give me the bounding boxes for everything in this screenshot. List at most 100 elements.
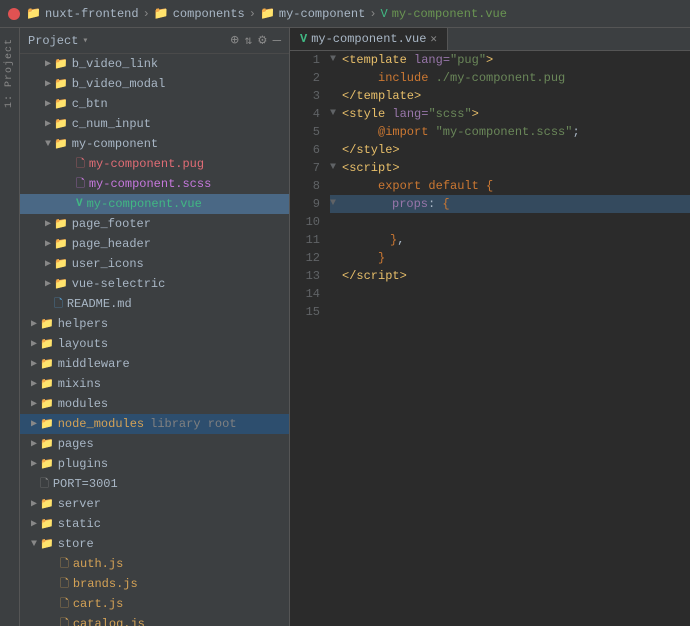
tree-item-helpers[interactable]: ▶ 📁 helpers bbox=[20, 314, 289, 334]
new-folder-icon[interactable]: ⇅ bbox=[245, 33, 252, 48]
folder-icon: 📁 bbox=[54, 277, 68, 291]
arrow-icon: ▶ bbox=[42, 118, 54, 130]
code-line-2: include ./my-component.pug bbox=[330, 69, 690, 87]
vue-icon-title: V bbox=[381, 7, 388, 21]
tree-item-my-component[interactable]: ▼ 📁 my-component bbox=[20, 134, 289, 154]
js-icon: 🗋 bbox=[60, 575, 69, 594]
syn-attr: lang= bbox=[392, 105, 428, 123]
fold-icon[interactable]: ▼ bbox=[330, 159, 342, 177]
fold-icon[interactable]: ▼ bbox=[330, 105, 342, 123]
window-control[interactable] bbox=[8, 8, 20, 20]
code-line-7: ▼ <script> bbox=[330, 159, 690, 177]
breadcrumb-file: my-component.vue bbox=[392, 7, 507, 21]
fold-spacer bbox=[330, 69, 342, 87]
arrow-icon: ▶ bbox=[42, 278, 54, 290]
syn-string: "scss" bbox=[428, 105, 471, 123]
tree-item-cart[interactable]: 🗋 cart.js bbox=[20, 594, 289, 614]
js-icon: 🗋 bbox=[60, 615, 69, 626]
tree-item-readme[interactable]: 🗋 README.md bbox=[20, 294, 289, 314]
tree-item-port[interactable]: 🗋 PORT=3001 bbox=[20, 474, 289, 494]
settings-icon[interactable]: ⚙ bbox=[258, 32, 266, 49]
arrow-icon: ▶ bbox=[28, 438, 40, 450]
tree-item-vue-selectric[interactable]: ▶ 📁 vue-selectric bbox=[20, 274, 289, 294]
syn-tag: > bbox=[472, 105, 479, 123]
arrow-icon: ▶ bbox=[28, 378, 40, 390]
tree-item-b_video_modal[interactable]: ▶ 📁 b_video_modal bbox=[20, 74, 289, 94]
tree-label: my-component.scss bbox=[89, 177, 211, 191]
syn-prop: props bbox=[392, 195, 428, 213]
syn-tag: </style> bbox=[342, 141, 400, 159]
tree-item-plugins[interactable]: ▶ 📁 plugins bbox=[20, 454, 289, 474]
tree-label: static bbox=[58, 517, 101, 531]
tab-close-button[interactable]: ✕ bbox=[430, 32, 437, 46]
fold-icon[interactable]: ▼ bbox=[330, 51, 342, 69]
line-num-7: 7 bbox=[290, 159, 320, 177]
arrow-icon: ▶ bbox=[42, 238, 54, 250]
folder-icon: 📁 bbox=[54, 77, 68, 91]
tree-label: my-component.pug bbox=[89, 157, 204, 171]
tree-item-mixins[interactable]: ▶ 📁 mixins bbox=[20, 374, 289, 394]
tree-item-b_video_link[interactable]: ▶ 📁 b_video_link bbox=[20, 54, 289, 74]
arrow-icon: ▶ bbox=[28, 338, 40, 350]
tree-item-c_num_input[interactable]: ▶ 📁 c_num_input bbox=[20, 114, 289, 134]
breadcrumb-components: components bbox=[173, 7, 245, 21]
line-num-4: 4 bbox=[290, 105, 320, 123]
tab-my-component-vue[interactable]: V my-component.vue ✕ bbox=[290, 28, 448, 50]
tree-item-brands[interactable]: 🗋 brands.js bbox=[20, 574, 289, 594]
folder-icon: 📁 bbox=[54, 257, 68, 271]
syn-tag: > bbox=[486, 51, 493, 69]
folder-icon: 📁 bbox=[40, 497, 54, 511]
tree-label: modules bbox=[58, 397, 108, 411]
tree-label: README.md bbox=[67, 297, 132, 311]
line-num-8: 8 bbox=[290, 177, 320, 195]
tree-item-c_btn[interactable]: ▶ 📁 c_btn bbox=[20, 94, 289, 114]
arrow-icon: ▶ bbox=[42, 78, 54, 90]
tree-item-node_modules[interactable]: ▶ 📁 node_modules library root bbox=[20, 414, 289, 434]
tree-label: page_footer bbox=[72, 217, 151, 231]
line-num-11: 11 bbox=[290, 231, 320, 249]
tree-label: user_icons bbox=[72, 257, 144, 271]
code-line-15 bbox=[330, 303, 690, 321]
scss-icon: 🗋 bbox=[76, 175, 85, 194]
code-line-8: export default { bbox=[330, 177, 690, 195]
tree-label: c_num_input bbox=[72, 117, 151, 131]
sidebar-strip-label: 1: Project bbox=[4, 38, 15, 108]
tree-item-catalog[interactable]: 🗋 catalog.js bbox=[20, 614, 289, 626]
file-tree-body: ▶ 📁 b_video_link ▶ 📁 b_video_modal ▶ 📁 c… bbox=[20, 54, 289, 626]
pug-icon: 🗋 bbox=[76, 155, 85, 174]
fold-icon[interactable]: ▼ bbox=[330, 195, 342, 213]
tree-item-page_header[interactable]: ▶ 📁 page_header bbox=[20, 234, 289, 254]
code-line-11: }, bbox=[330, 231, 690, 249]
collapse-icon[interactable]: — bbox=[273, 33, 281, 49]
fold-spacer bbox=[330, 141, 342, 159]
tree-label: catalog.js bbox=[73, 617, 145, 626]
code-line-6: </style> bbox=[330, 141, 690, 159]
tree-item-static[interactable]: ▶ 📁 static bbox=[20, 514, 289, 534]
tree-item-server[interactable]: ▶ 📁 server bbox=[20, 494, 289, 514]
tree-label: auth.js bbox=[73, 557, 123, 571]
tree-item-pages[interactable]: ▶ 📁 pages bbox=[20, 434, 289, 454]
syn-keyword: include bbox=[378, 69, 436, 87]
syn-text: ; bbox=[572, 123, 579, 141]
code-editor[interactable]: 1 2 3 4 5 6 7 8 9 10 11 12 13 14 15 ▼ bbox=[290, 51, 690, 626]
fold-spacer bbox=[330, 231, 342, 249]
line-num-9: 9 bbox=[290, 195, 320, 213]
tree-item-my-component-scss[interactable]: 🗋 my-component.scss bbox=[20, 174, 289, 194]
chevron-down-icon[interactable]: ▾ bbox=[82, 35, 88, 47]
new-file-icon[interactable]: ⊕ bbox=[230, 32, 238, 49]
tree-item-layouts[interactable]: ▶ 📁 layouts bbox=[20, 334, 289, 354]
tree-item-my-component-vue[interactable]: V my-component.vue bbox=[20, 194, 289, 214]
breadcrumb-root: nuxt-frontend bbox=[45, 7, 139, 21]
tree-item-auth[interactable]: 🗋 auth.js bbox=[20, 554, 289, 574]
project-label: Project bbox=[28, 34, 78, 48]
tree-item-store[interactable]: ▼ 📁 store bbox=[20, 534, 289, 554]
tree-item-page_footer[interactable]: ▶ 📁 page_footer bbox=[20, 214, 289, 234]
folder-icon: 📁 bbox=[54, 117, 68, 131]
line-num-2: 2 bbox=[290, 69, 320, 87]
tree-item-my-component-pug[interactable]: 🗋 my-component.pug bbox=[20, 154, 289, 174]
tree-label: plugins bbox=[58, 457, 108, 471]
tree-item-middleware[interactable]: ▶ 📁 middleware bbox=[20, 354, 289, 374]
tree-item-modules[interactable]: ▶ 📁 modules bbox=[20, 394, 289, 414]
tree-item-user_icons[interactable]: ▶ 📁 user_icons bbox=[20, 254, 289, 274]
code-content[interactable]: ▼ <template lang="pug"> include ./my-com… bbox=[326, 51, 690, 626]
